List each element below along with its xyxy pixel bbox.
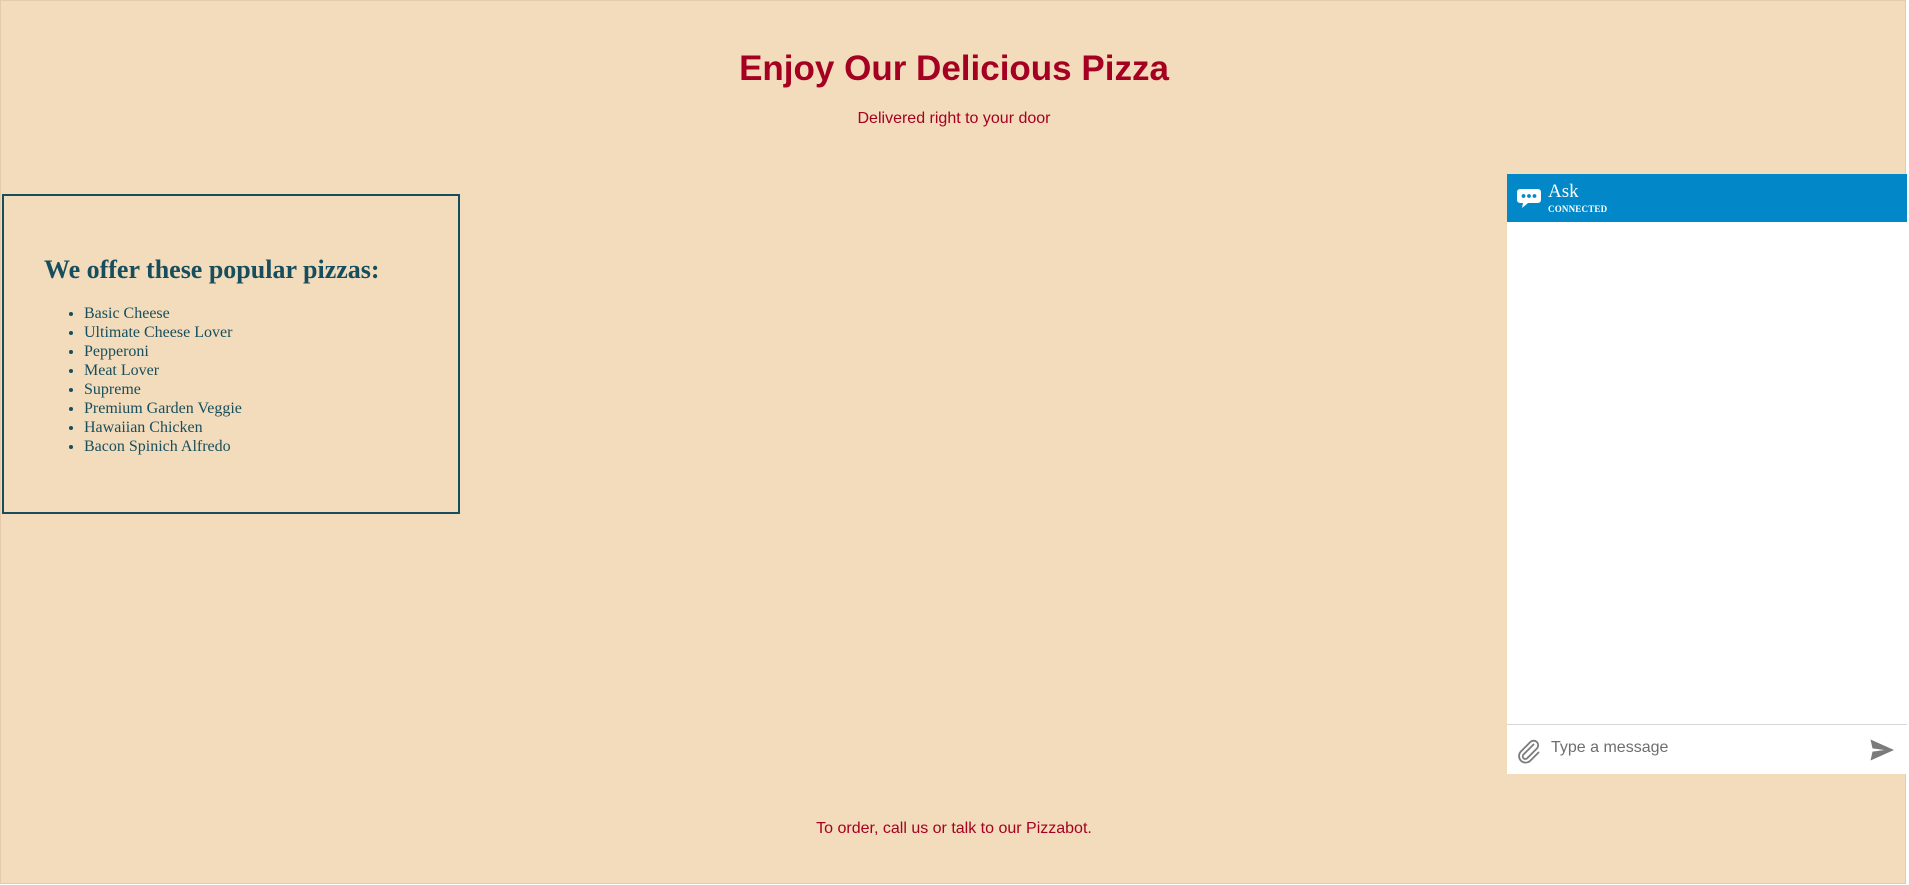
chat-status: CONNECTED	[1548, 204, 1608, 214]
pizza-list-item: Pepperoni	[84, 342, 242, 361]
pizza-list-item: Premium Garden Veggie	[84, 399, 242, 418]
pizza-list: Basic Cheese Ultimate Cheese Lover Peppe…	[44, 304, 242, 456]
pizza-menu-heading: We offer these popular pizzas:	[44, 255, 380, 284]
chat-message-area[interactable]	[1507, 222, 1907, 724]
page-subtitle: Delivered right to your door	[857, 110, 1051, 127]
chat-title: Ask	[1548, 181, 1579, 202]
chat-input-bar	[1507, 724, 1907, 774]
send-icon[interactable]	[1869, 737, 1895, 763]
pizza-list-item: Basic Cheese	[84, 304, 242, 323]
chat-widget: Ask CONNECTED	[1507, 174, 1907, 774]
chat-bubble-icon	[1517, 189, 1541, 208]
pizza-list-item: Ultimate Cheese Lover	[84, 323, 242, 342]
pizza-list-item: Hawaiian Chicken	[84, 418, 242, 437]
chat-header[interactable]: Ask CONNECTED	[1507, 174, 1907, 222]
paperclip-icon[interactable]	[1516, 738, 1542, 764]
pizza-list-item: Meat Lover	[84, 361, 242, 380]
pizza-list-item: Supreme	[84, 380, 242, 399]
pizza-menu-box: We offer these popular pizzas: Basic Che…	[2, 194, 460, 514]
page-background: Enjoy Our Delicious Pizza Delivered righ…	[0, 0, 1907, 884]
message-input[interactable]	[1547, 734, 1865, 762]
footer-order-text: To order, call us or talk to our Pizzabo…	[816, 820, 1092, 837]
page-title: Enjoy Our Delicious Pizza	[739, 49, 1169, 88]
pizza-list-item: Bacon Spinich Alfredo	[84, 437, 242, 456]
